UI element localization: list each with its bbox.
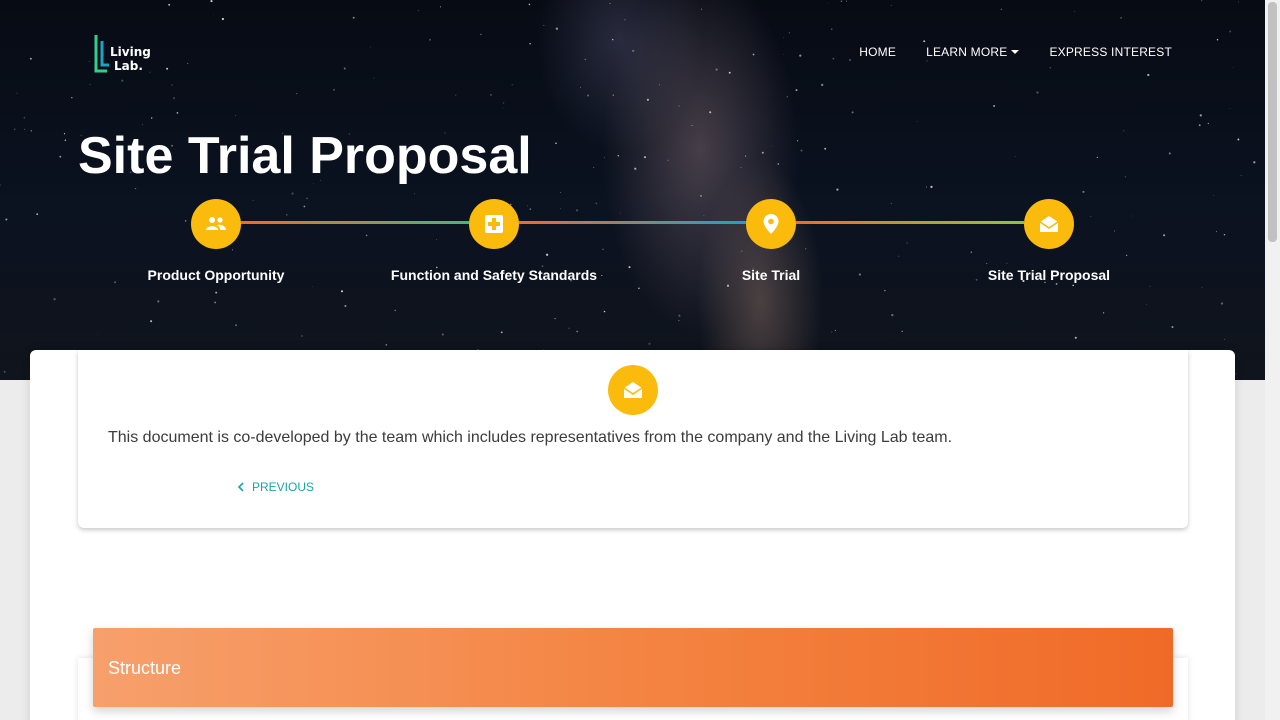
card-description: This document is co-developed by the tea… (108, 429, 953, 446)
medical-cross-icon (485, 215, 503, 233)
open-envelope-icon (623, 382, 643, 398)
open-envelope-icon (1039, 216, 1059, 232)
page-scrollbar[interactable] (1265, 0, 1280, 720)
step-label-site-trial-proposal: Site Trial Proposal (987, 267, 1111, 283)
card-envelope-badge (608, 365, 658, 415)
section-title: Structure (108, 658, 182, 678)
chevron-left-icon (238, 482, 244, 492)
map-pin-icon (763, 214, 779, 234)
step-site-trial-proposal[interactable] (1024, 199, 1074, 249)
timeline-connector (241, 221, 469, 224)
step-function-safety-standards[interactable] (469, 199, 519, 249)
step-site-trial[interactable] (746, 199, 796, 249)
structure-banner: Structure (93, 628, 1173, 707)
step-label-function-safety-standards: Function and Safety Standards (390, 267, 598, 283)
people-icon (206, 217, 226, 230)
progress-timeline: Product Opportunity Function and Safety … (0, 0, 1280, 380)
timeline-connector (796, 221, 1024, 224)
timeline-connector (519, 221, 746, 224)
scrollbar-thumb[interactable] (1268, 2, 1277, 242)
step-label-site-trial: Site Trial (741, 267, 801, 283)
previous-button[interactable]: PREVIOUS (238, 480, 314, 494)
step-label-product-opportunity: Product Opportunity (147, 267, 285, 283)
step-product-opportunity[interactable] (191, 199, 241, 249)
previous-label: PREVIOUS (252, 480, 315, 494)
